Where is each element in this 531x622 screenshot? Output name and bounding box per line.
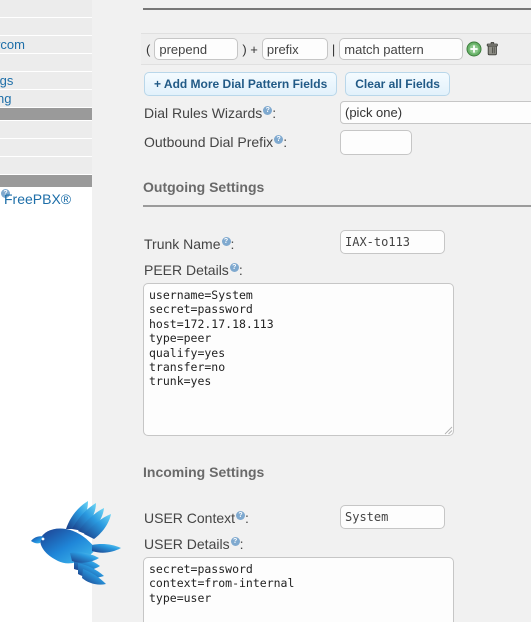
trunk-name-input[interactable]: [340, 230, 445, 254]
dial-rules-wizards-label: Dial Rules Wizards?:: [144, 105, 276, 121]
match-pattern-input[interactable]: [339, 38, 464, 60]
colon: :: [238, 262, 243, 278]
trash-icon[interactable]: [485, 41, 501, 57]
outbound-dial-prefix-label-text: Outbound Dial Prefix: [144, 134, 274, 150]
prepend-input[interactable]: [154, 38, 239, 60]
colon: :: [239, 536, 244, 552]
colon: :: [245, 510, 249, 526]
sidebar-item-blank-4[interactable]: [0, 139, 92, 157]
incoming-settings-heading: Incoming Settings: [143, 464, 265, 480]
outgoing-settings-divider: [143, 205, 531, 207]
clear-all-fields-button[interactable]: Clear all Fields: [345, 72, 450, 96]
top-divider: [143, 8, 531, 10]
sidebar-item-recordings[interactable]: rdings: [0, 72, 92, 90]
open-paren-label: (: [146, 41, 151, 57]
help-icon[interactable]: ?: [229, 263, 239, 273]
sidebar-section-divider-2: [0, 175, 92, 188]
colon: :: [230, 236, 235, 252]
user-details-label-text: USER Details: [144, 536, 230, 552]
sidebar-item-blank-2[interactable]: [0, 54, 92, 72]
dial-pattern-row: ( ) + |: [141, 33, 531, 65]
sidebar-item-blank-1[interactable]: [0, 18, 92, 36]
sidebar-item-label: rdings: [0, 73, 14, 88]
help-icon[interactable]: ?: [274, 135, 284, 145]
colon: :: [283, 134, 288, 150]
sidebar-item-label: sting: [0, 91, 12, 106]
user-context-label: USER Context?:: [144, 510, 249, 526]
user-details-textarea[interactable]: secret=password context=from-internal ty…: [143, 557, 454, 622]
trunk-name-label-text: Trunk Name: [144, 236, 221, 252]
sidebar-item-freepbx[interactable]: FreePBX®?: [0, 188, 92, 212]
pipe-label: |: [331, 41, 336, 57]
trunk-name-label: Trunk Name?:: [144, 236, 234, 252]
sidebar-item-label: ntercom: [0, 37, 25, 52]
help-icon[interactable]: ?: [236, 511, 246, 521]
main-content: ( ) + |: [131, 0, 531, 622]
peer-details-textarea[interactable]: username=System secret=password host=172…: [143, 283, 454, 436]
user-details-label: USER Details?:: [144, 536, 243, 552]
outbound-dial-prefix-label: Outbound Dial Prefix?:: [144, 134, 287, 150]
outgoing-settings-heading: Outgoing Settings: [143, 179, 265, 195]
help-icon[interactable]: ?: [221, 237, 231, 247]
outbound-dial-prefix-input[interactable]: [340, 130, 412, 155]
freepbx-trunk-page: ntercom rdings sting FreePBX®?: [0, 0, 531, 622]
dial-pattern-actions: + Add More Dial Pattern Fields Clear all…: [144, 72, 450, 96]
add-circle-icon[interactable]: [466, 41, 482, 57]
help-icon[interactable]: ?: [230, 537, 240, 547]
sidebar-item-paging-and-intercom[interactable]: [0, 0, 92, 18]
dial-rules-wizards-label-text: Dial Rules Wizards: [144, 105, 263, 121]
user-context-label-text: USER Context: [144, 510, 236, 526]
freepbx-bird-logo: [31, 501, 121, 585]
sidebar-item-testing[interactable]: sting: [0, 90, 92, 108]
colon: :: [272, 105, 277, 121]
dial-rules-wizards-select[interactable]: (pick one): [340, 101, 531, 124]
sidebar-item-label: FreePBX®: [4, 191, 72, 207]
peer-details-label-text: PEER Details: [144, 262, 229, 278]
sidebar-item-intercom[interactable]: ntercom: [0, 36, 92, 54]
peer-details-label: PEER Details?:: [144, 262, 243, 278]
prefix-input[interactable]: [261, 38, 328, 60]
sidebar-section-divider-1: [0, 108, 92, 121]
add-more-dial-pattern-fields-button[interactable]: + Add More Dial Pattern Fields: [144, 72, 338, 96]
close-paren-plus-label: ) +: [242, 41, 258, 57]
sidebar-item-blank-3[interactable]: [0, 121, 92, 139]
sidebar-item-blank-5[interactable]: [0, 157, 92, 175]
help-icon[interactable]: ?: [263, 106, 273, 116]
user-context-input[interactable]: [340, 505, 445, 529]
